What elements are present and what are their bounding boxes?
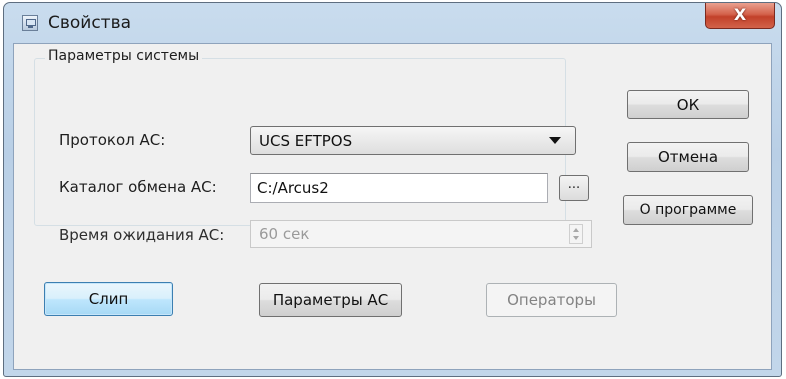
timeout-label: Время ожидания АС:: [59, 226, 225, 244]
group-title: Параметры системы: [45, 48, 203, 64]
title-bar[interactable]: Свойства X: [4, 3, 781, 43]
ac-params-button[interactable]: Параметры АС: [259, 283, 402, 317]
browse-button[interactable]: ...: [559, 175, 589, 201]
protocol-value: UCS EFTPOS: [259, 132, 353, 150]
spin-arrows-icon[interactable]: [569, 224, 583, 244]
ok-button[interactable]: ОК: [627, 90, 749, 119]
timeout-spinbox[interactable]: 60 сек: [250, 220, 592, 248]
spin-up-icon[interactable]: [573, 228, 579, 232]
spin-down-icon[interactable]: [573, 236, 579, 240]
timeout-value: 60 сек: [259, 225, 310, 243]
protocol-label: Протокол АС:: [59, 131, 166, 149]
exchange-dir-label: Каталог обмена АС:: [59, 178, 217, 196]
protocol-select[interactable]: UCS EFTPOS: [250, 126, 576, 155]
operators-button[interactable]: Операторы: [486, 283, 617, 317]
about-button[interactable]: О программе: [623, 195, 753, 225]
cancel-button[interactable]: Отмена: [627, 142, 749, 172]
chevron-down-icon: [549, 137, 561, 144]
exchange-dir-input[interactable]: [250, 173, 548, 203]
app-window-icon: [22, 15, 38, 31]
ellipsis-icon: ...: [567, 177, 581, 192]
close-icon: X: [733, 5, 747, 24]
close-button[interactable]: X: [705, 3, 775, 29]
window-title: Свойства: [48, 13, 132, 33]
slip-button[interactable]: Слип: [44, 282, 173, 316]
